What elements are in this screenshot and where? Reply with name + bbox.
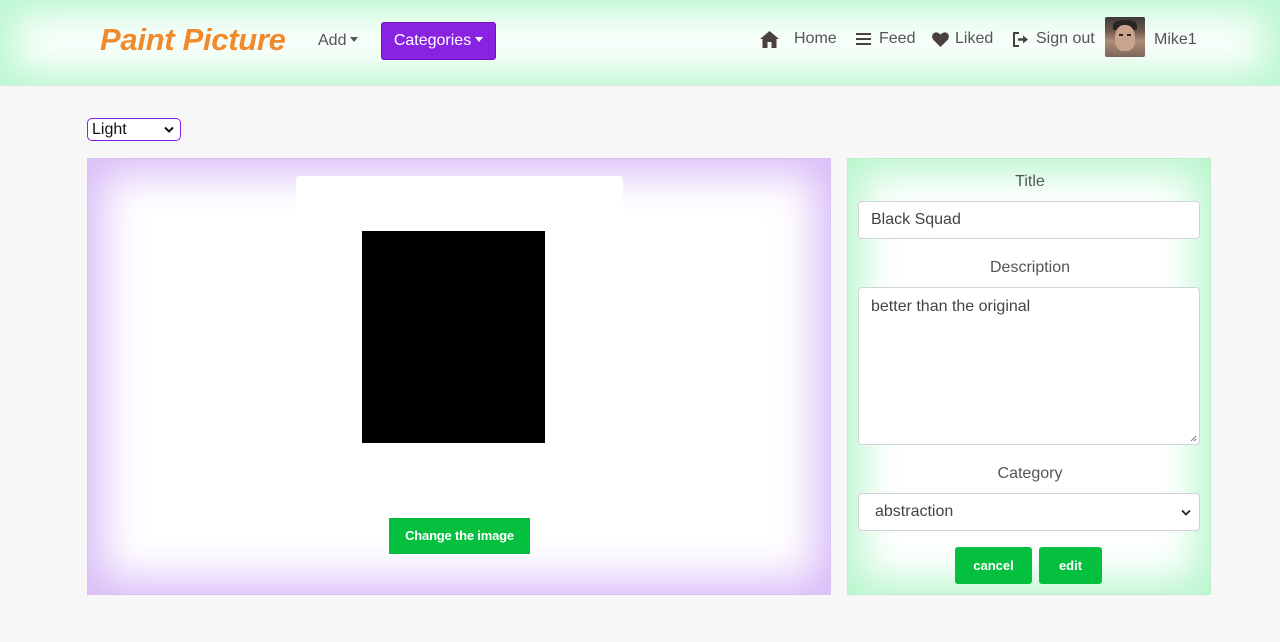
brand-logo[interactable]: Paint Picture <box>100 22 286 58</box>
add-dropdown[interactable]: Add <box>318 32 359 50</box>
category-select-value: abstraction <box>875 503 954 520</box>
nav-feed-link[interactable]: Feed <box>856 30 915 48</box>
sign-out-icon <box>1013 31 1029 47</box>
title-label: Title <box>1015 173 1045 190</box>
caret-down-icon <box>475 37 484 42</box>
image-toolbar-area <box>296 176 623 216</box>
categories-label: Categories <box>393 32 472 49</box>
nav-signout-link[interactable]: Sign out <box>1013 30 1095 48</box>
description-value: better than the original <box>871 298 1031 315</box>
theme-select[interactable]: Light <box>87 118 181 141</box>
heart-icon <box>932 31 949 47</box>
description-textarea[interactable]: better than the original <box>858 287 1200 445</box>
avatar[interactable] <box>1105 17 1145 57</box>
username-label[interactable]: Mike1 <box>1154 31 1197 49</box>
chevron-down-icon <box>164 126 174 133</box>
categories-dropdown-button[interactable]: Categories <box>381 22 496 60</box>
change-image-button[interactable]: Change the image <box>389 518 530 554</box>
category-label: Category <box>997 465 1063 482</box>
caret-down-icon <box>350 37 359 42</box>
feed-icon <box>856 32 871 46</box>
top-navbar: Paint Picture Add Categories Home Feed L… <box>0 0 1280 86</box>
cancel-button[interactable]: cancel <box>955 547 1032 584</box>
nav-home-link[interactable]: Home <box>760 30 837 48</box>
nav-home-label: Home <box>794 30 837 47</box>
nav-liked-link[interactable]: Liked <box>932 30 993 48</box>
chevron-down-icon <box>1181 509 1191 516</box>
resize-grip-icon[interactable] <box>1189 434 1197 442</box>
nav-signout-label: Sign out <box>1036 30 1095 47</box>
category-select[interactable]: abstraction <box>858 493 1200 531</box>
edit-button[interactable]: edit <box>1039 547 1102 584</box>
edit-form-panel: Title Black Squad Description better tha… <box>847 158 1211 595</box>
theme-select-value: Light <box>92 121 127 138</box>
nav-feed-label: Feed <box>879 30 916 47</box>
description-label: Description <box>989 259 1071 276</box>
image-editor-panel: Change the image <box>87 158 831 595</box>
add-dropdown-label: Add <box>318 32 347 49</box>
nav-liked-label: Liked <box>955 30 994 47</box>
title-input[interactable]: Black Squad <box>858 201 1200 239</box>
home-icon <box>760 30 779 48</box>
painting-image <box>362 231 545 443</box>
